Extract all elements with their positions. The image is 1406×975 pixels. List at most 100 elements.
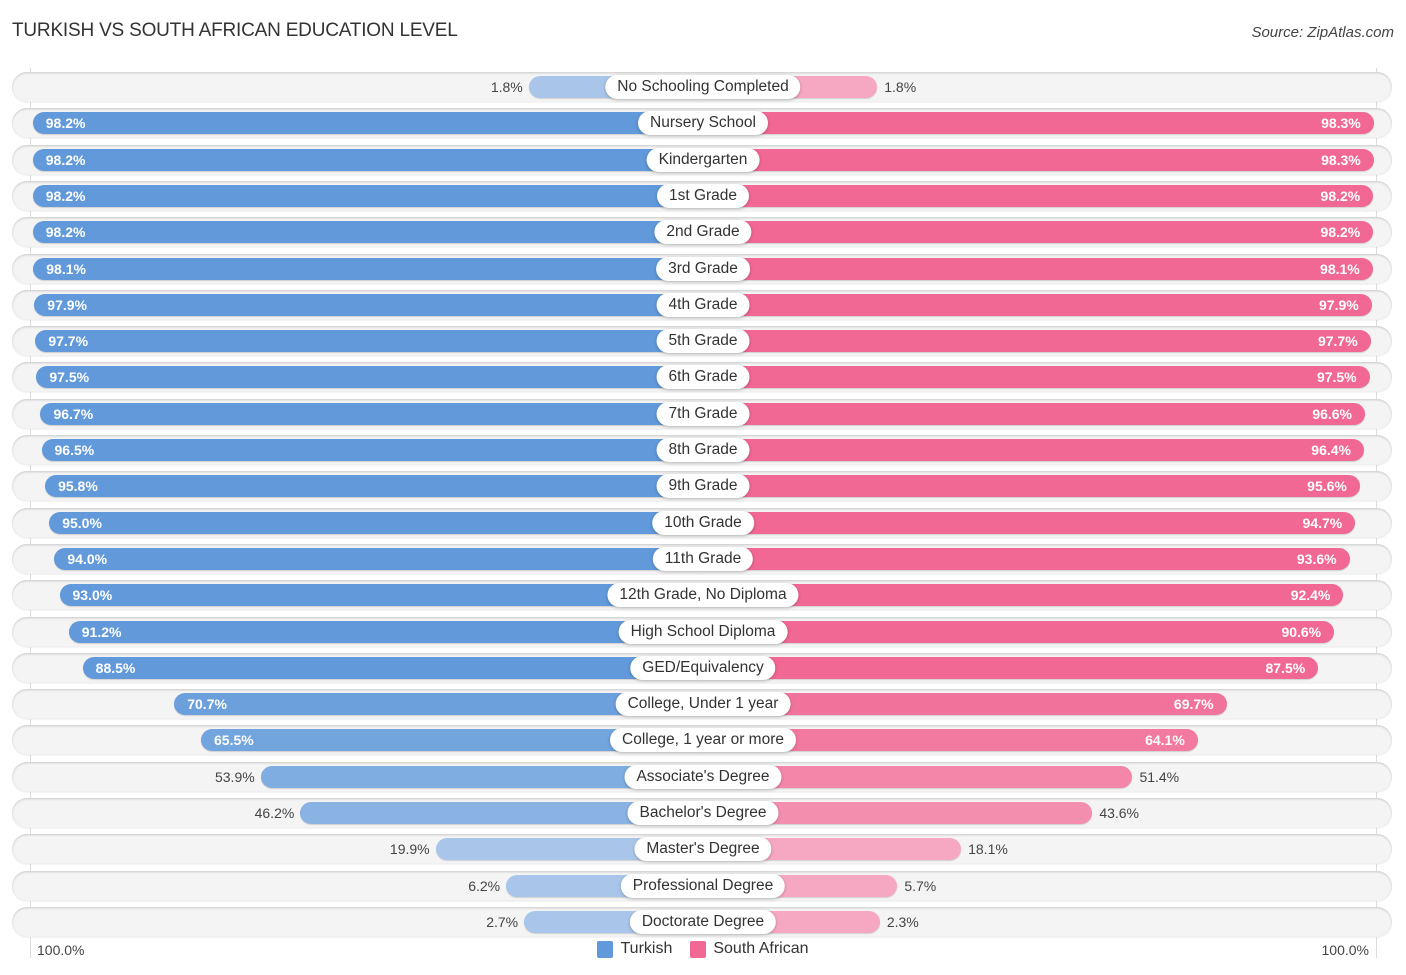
turkish-value-no-schooling-completed: 1.8% xyxy=(490,79,523,95)
south-african-value-professional-degree: 5.7% xyxy=(904,877,937,894)
turkish-bar-4th-grade[interactable] xyxy=(34,293,703,316)
category-label-professional-degree: Professional Degree xyxy=(620,873,786,898)
south-african-value-12th-grade-no-diploma: 92.4% xyxy=(1290,587,1331,604)
legend-item-turkish[interactable]: Turkish xyxy=(597,940,672,958)
category-label-10th-grade: 10th Grade xyxy=(652,510,754,535)
south-african-value-4th-grade: 97.9% xyxy=(1319,296,1359,313)
category-label-2nd-grade: 2nd Grade xyxy=(654,220,752,245)
south-african-value-9th-grade: 95.6% xyxy=(1307,478,1347,495)
south-african-bar-3rd-grade[interactable] xyxy=(703,257,1373,280)
turkish-value-high-school-diploma: 91.2% xyxy=(81,623,122,640)
south-african-bar-11th-grade[interactable] xyxy=(703,547,1350,570)
category-label-11th-grade: 11th Grade xyxy=(652,546,754,571)
south-african-value-nursery-school: 98.3% xyxy=(1321,115,1361,132)
south-african-value-college-under-1-year: 69.7% xyxy=(1173,696,1214,713)
turkish-bar-1st-grade[interactable] xyxy=(32,184,703,207)
turkish-value-college-under-1-year: 70.7% xyxy=(187,696,227,713)
category-label-7th-grade: 7th Grade xyxy=(656,401,750,426)
turkish-value-ged-equivalency: 88.5% xyxy=(95,659,136,676)
south-african-bar-6th-grade[interactable] xyxy=(703,366,1370,389)
south-african-value-11th-grade: 93.6% xyxy=(1296,550,1337,567)
south-african-value-college-1-year-or-more: 64.1% xyxy=(1145,732,1185,749)
south-african-bar-kindergarten[interactable] xyxy=(703,148,1374,171)
south-african-bar-8th-grade[interactable] xyxy=(703,439,1364,461)
turkish-bar-nursery-school[interactable] xyxy=(32,112,703,135)
turkish-bar-high-school-diploma[interactable] xyxy=(68,620,703,643)
south-african-bar-7th-grade[interactable] xyxy=(703,402,1365,425)
turkish-value-12th-grade-no-diploma: 93.0% xyxy=(72,587,113,604)
south-african-value-kindergarten: 98.3% xyxy=(1321,151,1361,168)
turkish-value-4th-grade: 97.9% xyxy=(47,296,87,313)
chart-rows: 1.8% 1.8% No Schooling Completed 98.2% 98.3%… xyxy=(0,0,1406,975)
turkish-bar-3rd-grade[interactable] xyxy=(33,257,703,280)
turkish-value-7th-grade: 96.7% xyxy=(53,405,94,422)
turkish-value-10th-grade: 95.0% xyxy=(62,514,102,531)
turkish-bar-10th-grade[interactable] xyxy=(49,511,703,534)
turkish-bar-7th-grade[interactable] xyxy=(40,402,703,425)
turkish-value-8th-grade: 96.5% xyxy=(54,442,95,458)
turkish-bar-ged-equivalency[interactable] xyxy=(82,656,703,679)
south-african-bar-ged-equivalency[interactable] xyxy=(703,656,1319,679)
legend-swatch-south-african xyxy=(690,940,707,958)
turkish-value-6th-grade: 97.5% xyxy=(49,369,90,386)
category-label-1st-grade: 1st Grade xyxy=(656,183,750,208)
category-label-3rd-grade: 3rd Grade xyxy=(656,256,750,281)
south-african-value-2nd-grade: 98.2% xyxy=(1320,224,1361,241)
turkish-bar-6th-grade[interactable] xyxy=(36,366,703,389)
south-african-value-high-school-diploma: 90.6% xyxy=(1281,623,1322,640)
turkish-bar-8th-grade[interactable] xyxy=(41,439,703,461)
turkish-value-college-1-year-or-more: 65.5% xyxy=(214,732,254,749)
south-african-value-7th-grade: 96.6% xyxy=(1312,405,1353,422)
turkish-bar-2nd-grade[interactable] xyxy=(32,221,703,244)
south-african-value-master-s-degree: 18.1% xyxy=(968,841,1008,858)
south-african-value-associate-s-degree: 51.4% xyxy=(1139,768,1180,785)
south-african-bar-2nd-grade[interactable] xyxy=(703,221,1374,244)
legend-label-turkish: Turkish xyxy=(620,940,673,957)
category-label-associate-s-degree: Associate's Degree xyxy=(624,764,782,789)
category-label-ged-equivalency: GED/Equivalency xyxy=(630,655,776,680)
category-label-9th-grade: 9th Grade xyxy=(656,474,750,499)
turkish-bar-11th-grade[interactable] xyxy=(54,547,703,570)
category-label-high-school-diploma: High School Diploma xyxy=(618,619,788,644)
south-african-value-bachelor-s-degree: 43.6% xyxy=(1099,805,1140,821)
category-label-12th-grade-no-diploma: 12th Grade, No Diploma xyxy=(607,583,799,608)
turkish-value-associate-s-degree: 53.9% xyxy=(214,768,255,785)
turkish-value-master-s-degree: 19.9% xyxy=(389,841,430,858)
category-label-college-1-year-or-more: College, 1 year or more xyxy=(610,728,796,753)
turkish-value-bachelor-s-degree: 46.2% xyxy=(254,805,295,821)
turkish-bar-5th-grade[interactable] xyxy=(35,330,703,353)
turkish-value-professional-degree: 6.2% xyxy=(468,877,501,894)
turkish-bar-9th-grade[interactable] xyxy=(45,475,703,498)
turkish-value-3rd-grade: 98.1% xyxy=(46,260,86,277)
south-african-value-10th-grade: 94.7% xyxy=(1302,514,1343,531)
south-african-value-5th-grade: 97.7% xyxy=(1317,333,1358,350)
south-african-bar-5th-grade[interactable] xyxy=(703,330,1371,353)
south-african-value-3rd-grade: 98.1% xyxy=(1320,260,1360,277)
category-label-8th-grade: 8th Grade xyxy=(656,438,750,462)
turkish-value-1st-grade: 98.2% xyxy=(45,187,86,204)
category-label-kindergarten: Kindergarten xyxy=(646,147,760,172)
south-african-bar-high-school-diploma[interactable] xyxy=(703,620,1335,643)
south-african-bar-nursery-school[interactable] xyxy=(703,112,1374,135)
south-african-bar-9th-grade[interactable] xyxy=(703,475,1360,498)
legend-item-south-african[interactable]: South African xyxy=(690,940,809,958)
south-african-bar-4th-grade[interactable] xyxy=(703,293,1372,316)
turkish-value-2nd-grade: 98.2% xyxy=(45,224,86,241)
turkish-value-5th-grade: 97.7% xyxy=(48,333,89,350)
category-label-5th-grade: 5th Grade xyxy=(656,329,750,354)
turkish-value-doctorate-degree: 2.7% xyxy=(486,913,519,930)
south-african-bar-12th-grade-no-diploma[interactable] xyxy=(703,584,1344,607)
south-african-value-ged-equivalency: 87.5% xyxy=(1265,659,1306,676)
turkish-bar-kindergarten[interactable] xyxy=(32,148,703,171)
turkish-value-11th-grade: 94.0% xyxy=(67,550,108,567)
category-label-college-under-1-year: College, Under 1 year xyxy=(615,692,791,717)
turkish-value-nursery-school: 98.2% xyxy=(45,115,86,132)
category-label-nursery-school: Nursery School xyxy=(638,111,768,136)
south-african-bar-10th-grade[interactable] xyxy=(703,511,1356,534)
category-label-doctorate-degree: Doctorate Degree xyxy=(629,909,777,934)
category-label-bachelor-s-degree: Bachelor's Degree xyxy=(627,801,779,825)
legend-swatch-turkish xyxy=(597,940,614,958)
south-african-bar-1st-grade[interactable] xyxy=(703,184,1374,207)
south-african-value-doctorate-degree: 2.3% xyxy=(886,913,919,930)
turkish-value-9th-grade: 95.8% xyxy=(58,478,98,495)
